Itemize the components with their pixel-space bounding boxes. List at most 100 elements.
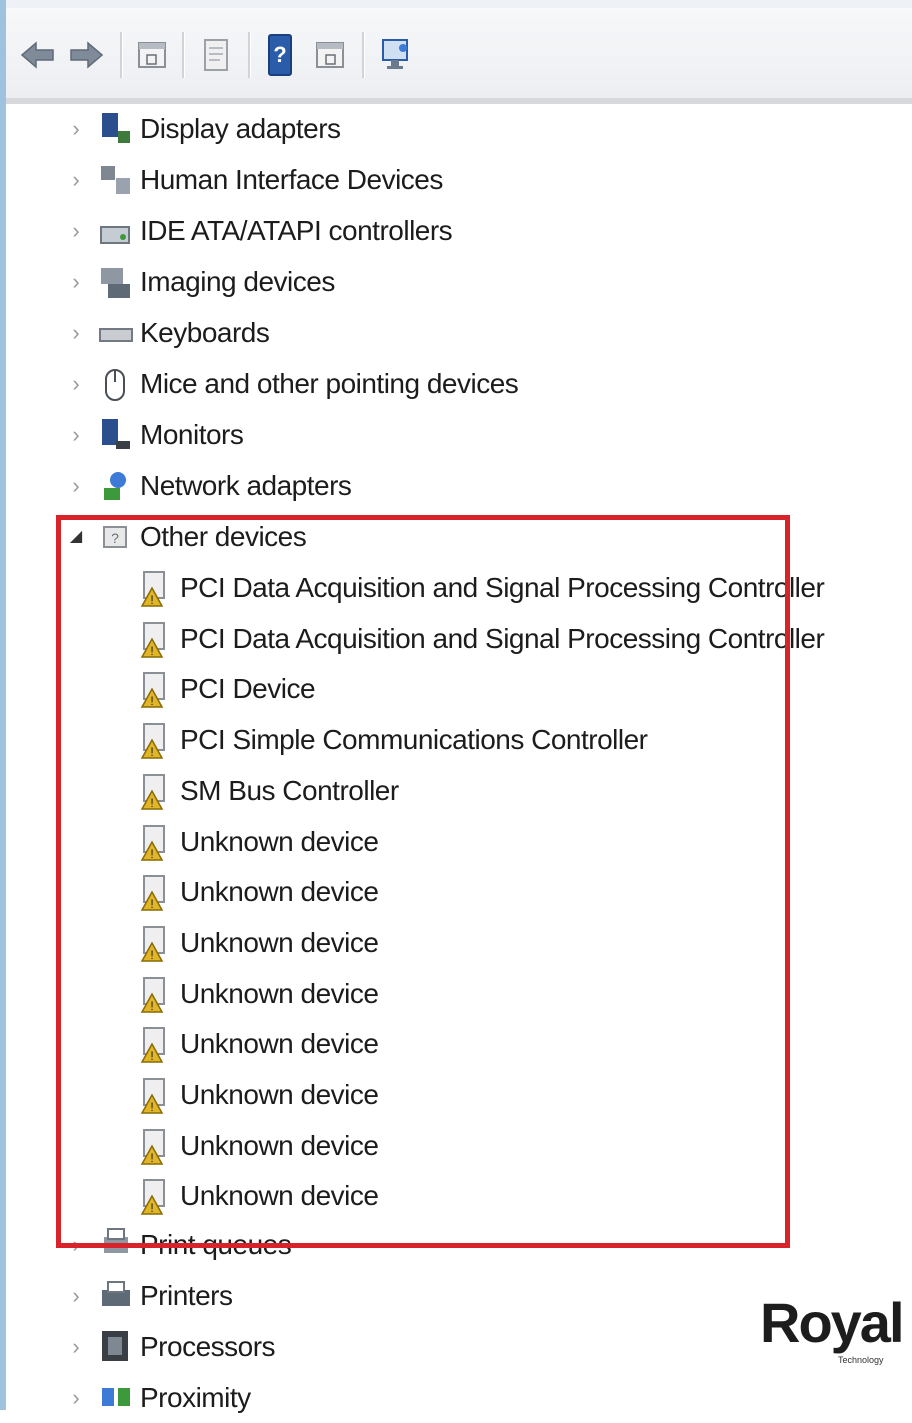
device-item[interactable]: ! Unknown device xyxy=(0,918,912,968)
tree-item-human-interface-devices[interactable]: › Human Interface Devices xyxy=(0,155,912,205)
device-item[interactable]: ! Unknown device xyxy=(0,1019,912,1069)
forward-arrow-icon xyxy=(70,41,104,69)
device-item[interactable]: ! PCI Data Acquisition and Signal Process… xyxy=(0,614,912,664)
ide-controller-icon xyxy=(100,226,130,244)
tree-item-label: Other devices xyxy=(140,521,307,552)
tree-item-network-adapters[interactable]: › Network adapters xyxy=(0,461,912,511)
forward-button[interactable] xyxy=(66,30,106,80)
expand-chevron-icon[interactable]: › xyxy=(66,1220,86,1270)
processor-icon xyxy=(102,1331,128,1361)
tree-item-display-adapters[interactable]: › Display adapters xyxy=(0,104,912,154)
device-item[interactable]: ! Unknown device xyxy=(0,969,912,1019)
unknown-device-warning-icon: ! xyxy=(140,1129,165,1165)
expand-chevron-icon[interactable]: › xyxy=(66,104,86,154)
tree-item-other-devices[interactable]: ◢ ? Other devices xyxy=(0,512,912,562)
monitor-icon xyxy=(102,419,130,449)
svg-text:!: ! xyxy=(150,999,153,1013)
expand-chevron-icon[interactable]: › xyxy=(66,155,86,205)
svg-text:!: ! xyxy=(150,694,153,708)
keyboard-icon xyxy=(99,328,133,342)
svg-text:?: ? xyxy=(273,42,286,67)
watermark-logo: Royal xyxy=(760,1291,904,1354)
tree-item-label: Display adapters xyxy=(140,113,341,144)
device-label: SM Bus Controller xyxy=(180,775,399,806)
tree-item-monitors[interactable]: › Monitors xyxy=(0,410,912,460)
unknown-device-warning-icon: ! xyxy=(140,622,165,658)
properties-button[interactable] xyxy=(194,30,238,80)
svg-text:!: ! xyxy=(150,1201,153,1215)
device-item[interactable]: ! PCI Simple Communications Controller xyxy=(0,715,912,765)
unknown-device-warning-icon: ! xyxy=(140,571,165,607)
device-item[interactable]: ! PCI Device xyxy=(0,664,912,714)
expand-chevron-icon[interactable]: › xyxy=(66,1322,86,1372)
expand-chevron-icon[interactable]: › xyxy=(66,359,86,409)
monitor-scan-icon xyxy=(382,39,408,69)
expand-chevron-icon[interactable]: › xyxy=(66,1373,86,1423)
mouse-icon xyxy=(105,369,125,401)
tree-item-print-queues[interactable]: › Print queues xyxy=(0,1220,912,1270)
console-tree-icon xyxy=(138,42,166,68)
device-item[interactable]: ! Unknown device xyxy=(0,817,912,867)
device-label: PCI Simple Communications Controller xyxy=(180,724,648,755)
tree-item-label: Proximity xyxy=(140,1382,251,1413)
tree-item-label: Printers xyxy=(140,1280,233,1311)
show-hide-console-tree-button[interactable] xyxy=(130,30,174,80)
tree-item-label: Network adapters xyxy=(140,470,352,501)
device-label: Unknown device xyxy=(180,826,379,857)
collapse-chevron-icon[interactable]: ◢ xyxy=(66,512,86,562)
toolbar-separator xyxy=(248,32,251,78)
printer-icon xyxy=(102,1281,130,1306)
device-label: PCI Data Acquisition and Signal Processi… xyxy=(180,623,825,654)
tree-item-ide-controllers[interactable]: › IDE ATA/ATAPI controllers xyxy=(0,206,912,256)
help-button[interactable]: ? xyxy=(260,30,300,80)
unknown-device-warning-icon: ! xyxy=(140,774,165,810)
unknown-device-warning-icon: ! xyxy=(140,977,165,1013)
unknown-device-warning-icon: ! xyxy=(140,926,165,962)
tree-item-keyboards[interactable]: › Keyboards xyxy=(0,308,912,358)
back-arrow-icon xyxy=(20,41,54,69)
device-label: Unknown device xyxy=(180,1180,379,1211)
tree-item-mice[interactable]: › Mice and other pointing devices xyxy=(0,359,912,409)
tree-item-label: Print queues xyxy=(140,1229,292,1260)
display-adapter-icon xyxy=(102,113,130,143)
tree-item-label: Keyboards xyxy=(140,317,270,348)
device-item[interactable]: ! Unknown device xyxy=(0,867,912,917)
unknown-device-warning-icon: ! xyxy=(140,825,165,861)
expand-chevron-icon[interactable]: › xyxy=(66,410,86,460)
device-label: PCI Data Acquisition and Signal Processi… xyxy=(180,572,825,603)
tree-item-imaging-devices[interactable]: › Imaging devices xyxy=(0,257,912,307)
device-label: Unknown device xyxy=(180,876,379,907)
action-pane-button[interactable] xyxy=(308,30,352,80)
back-button[interactable] xyxy=(18,30,58,80)
svg-text:!: ! xyxy=(150,1049,153,1063)
device-item[interactable]: ! Unknown device xyxy=(0,1121,912,1171)
properties-icon xyxy=(204,39,228,71)
expand-chevron-icon[interactable]: › xyxy=(66,1271,86,1321)
device-item[interactable]: ! SM Bus Controller xyxy=(0,766,912,816)
network-icon xyxy=(104,472,126,500)
expand-chevron-icon[interactable]: › xyxy=(66,206,86,256)
tree-item-label: Mice and other pointing devices xyxy=(140,368,519,399)
device-label: PCI Device xyxy=(180,673,316,704)
svg-text:?: ? xyxy=(111,530,119,546)
expand-chevron-icon[interactable]: › xyxy=(66,461,86,511)
unknown-device-warning-icon: ! xyxy=(140,875,165,911)
device-item[interactable]: ! Unknown device xyxy=(0,1171,912,1221)
svg-text:!: ! xyxy=(150,796,153,810)
expand-chevron-icon[interactable]: › xyxy=(66,308,86,358)
unknown-device-warning-icon: ! xyxy=(140,1027,165,1063)
proximity-icon xyxy=(102,1388,130,1406)
scan-hardware-button[interactable] xyxy=(374,30,418,80)
device-item[interactable]: ! PCI Data Acquisition and Signal Process… xyxy=(0,563,912,613)
tree-item-label: Imaging devices xyxy=(140,266,335,297)
unknown-device-warning-icon: ! xyxy=(140,1179,165,1215)
svg-text:!: ! xyxy=(150,897,153,911)
expand-chevron-icon[interactable]: › xyxy=(66,257,86,307)
tree-item-proximity[interactable]: › Proximity xyxy=(0,1373,912,1423)
device-item[interactable]: ! Unknown device xyxy=(0,1070,912,1120)
svg-text:!: ! xyxy=(150,593,153,607)
device-label: Unknown device xyxy=(180,978,379,1009)
unknown-device-warning-icon: ! xyxy=(140,672,165,708)
tree-item-label: Human Interface Devices xyxy=(140,164,443,195)
tree-item-label: IDE ATA/ATAPI controllers xyxy=(140,215,453,246)
